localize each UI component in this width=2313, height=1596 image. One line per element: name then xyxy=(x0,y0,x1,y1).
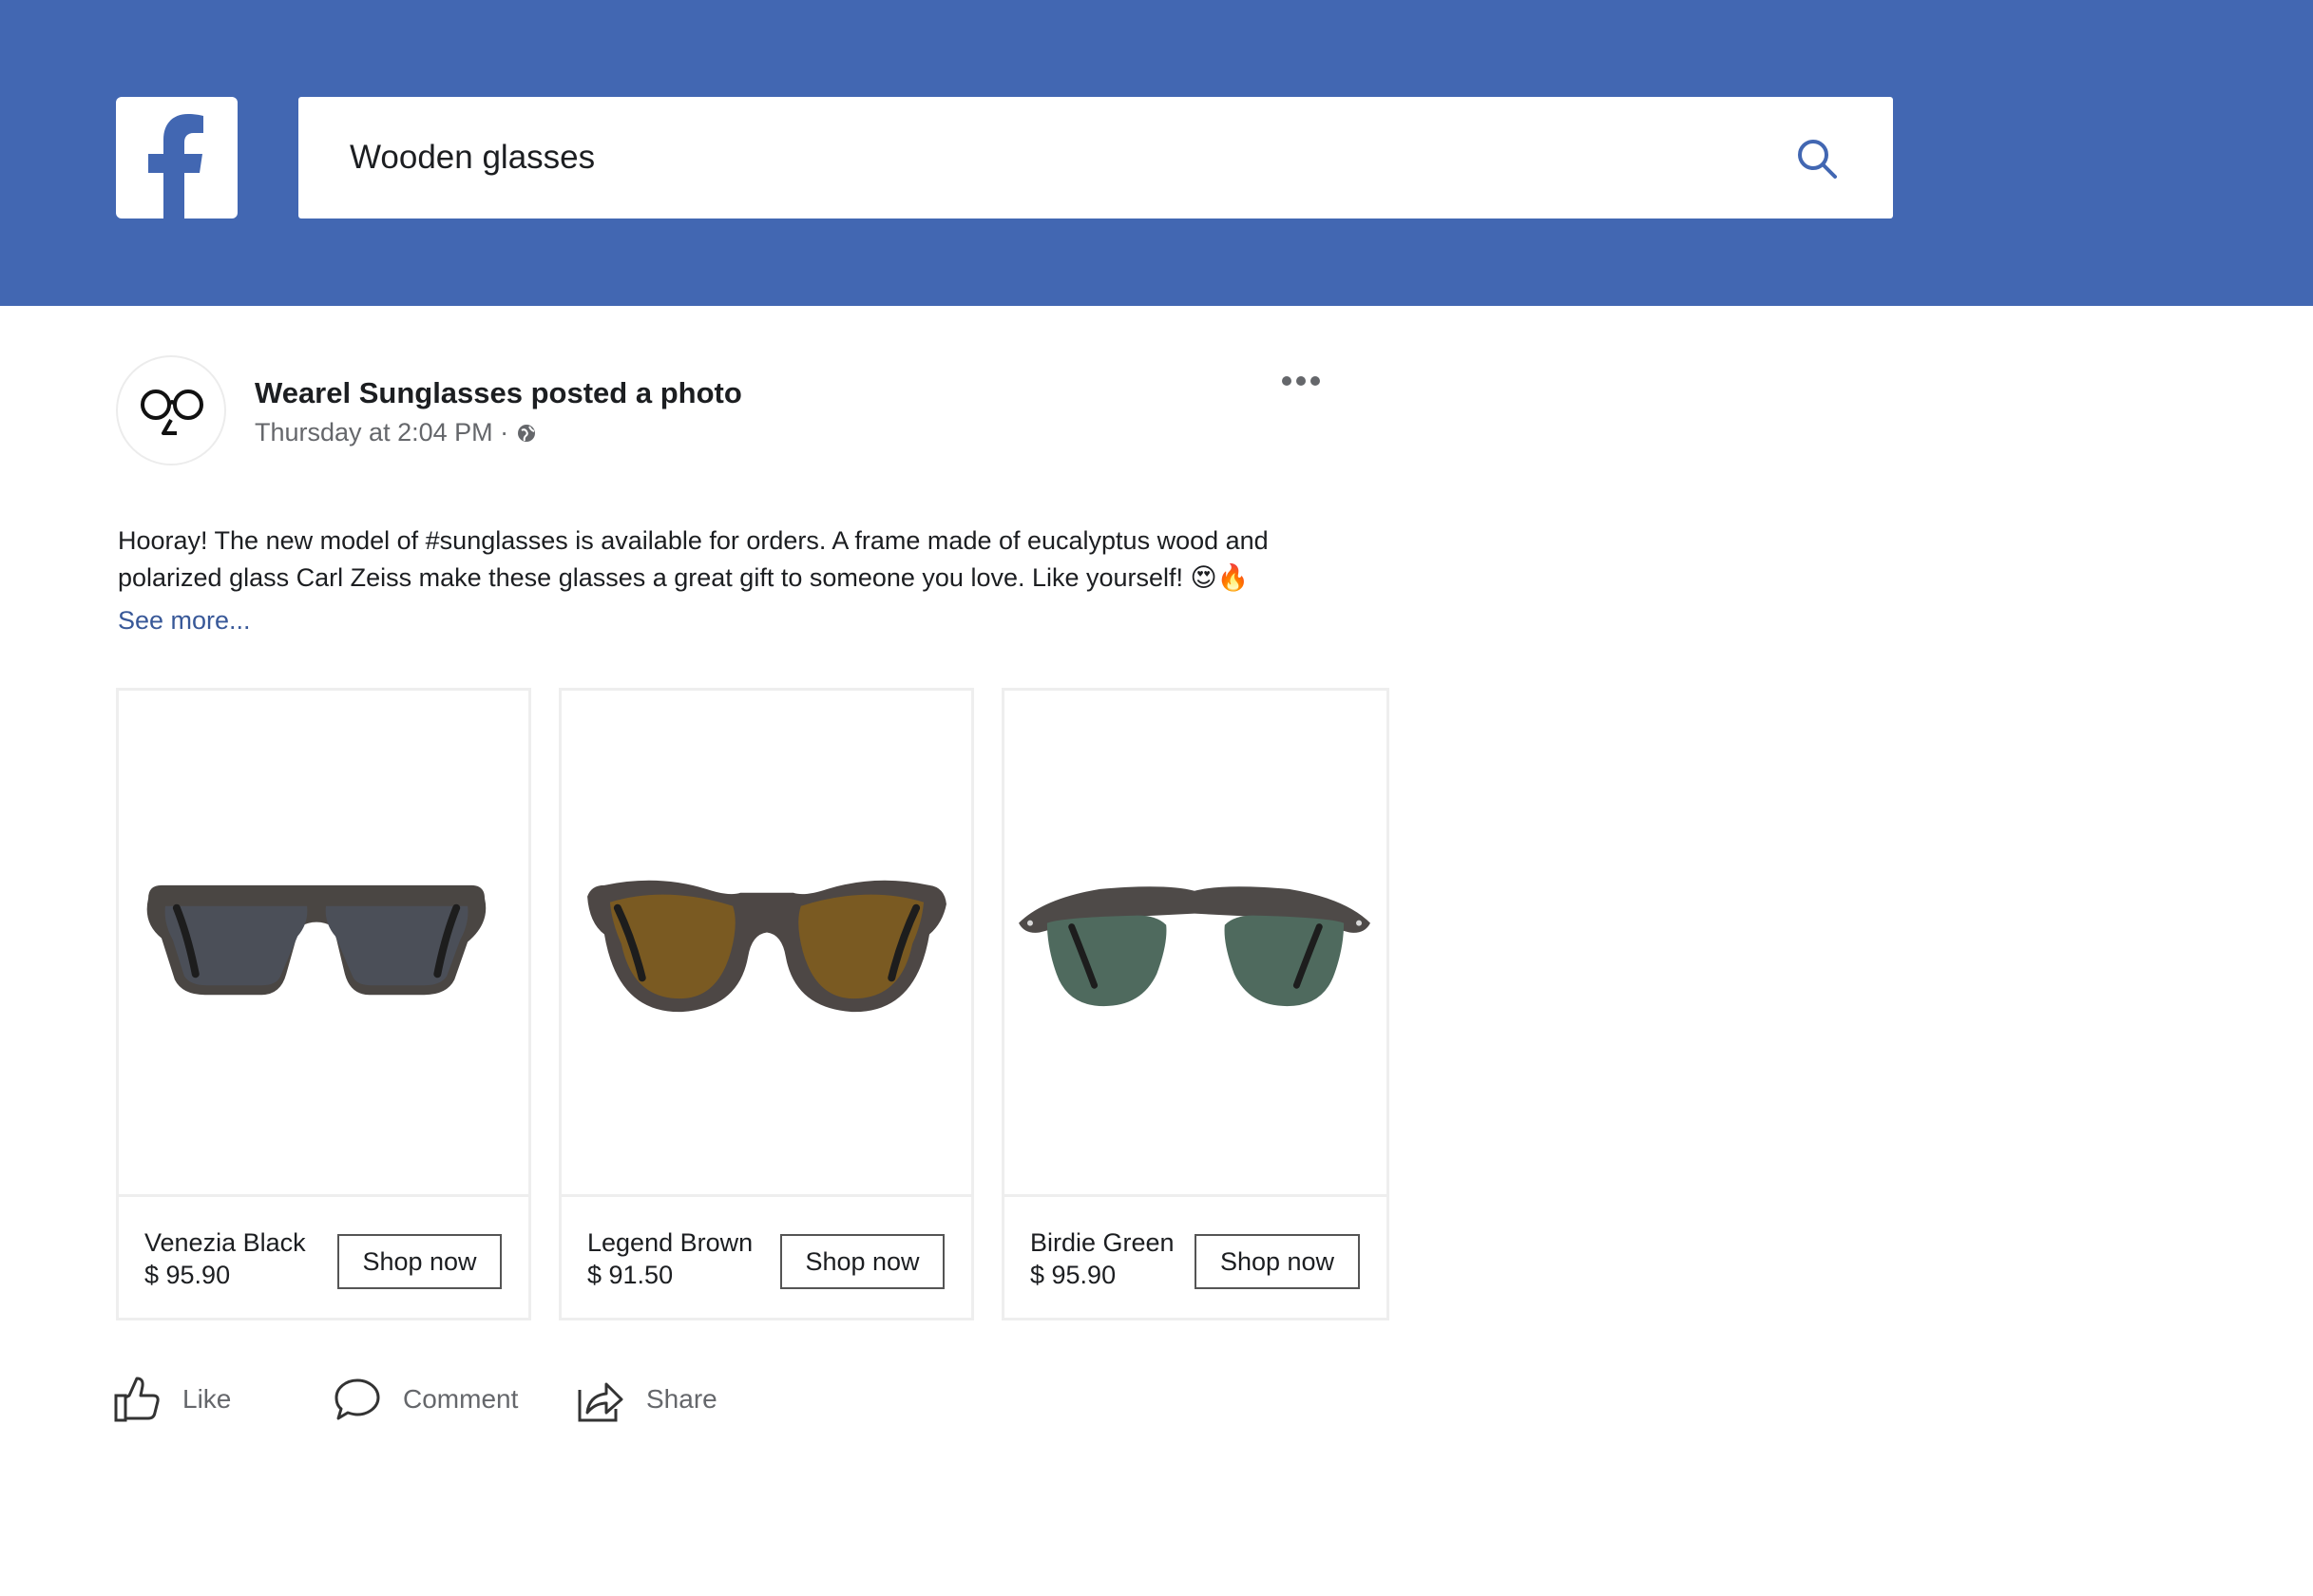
sunglasses-image-icon xyxy=(1019,886,1370,1007)
thumbs-up-icon xyxy=(114,1377,160,1422)
product-image[interactable] xyxy=(562,691,971,1197)
product-price: $ 95.90 xyxy=(144,1261,231,1289)
like-button[interactable]: Like xyxy=(112,1370,231,1429)
share-button[interactable]: Share xyxy=(576,1370,717,1429)
sunglasses-image-icon xyxy=(587,880,946,1013)
search-input[interactable] xyxy=(350,97,1775,218)
product-card[interactable]: Venezia Black $ 95.90 Shop now xyxy=(116,688,531,1320)
shop-now-button[interactable]: Shop now xyxy=(780,1234,945,1289)
more-horizontal-icon[interactable] xyxy=(1279,369,1323,393)
shop-now-button[interactable]: Shop now xyxy=(1195,1234,1360,1289)
search-icon[interactable] xyxy=(1795,137,1839,180)
product-card[interactable]: Birdie Green $ 95.90 Shop now xyxy=(1002,688,1389,1320)
sunglasses-image-icon xyxy=(146,884,487,996)
product-name: Birdie Green xyxy=(1030,1228,1175,1257)
timestamp-text: Thursday at 2:04 PM · xyxy=(255,418,509,446)
product-card[interactable]: Legend Brown $ 91.50 Shop now xyxy=(559,688,974,1320)
post-text: Hooray! The new model of #sunglasses is … xyxy=(118,526,1269,592)
product-name: Legend Brown xyxy=(587,1228,754,1257)
product-price: $ 95.90 xyxy=(1030,1261,1117,1289)
see-more-link[interactable]: See more... xyxy=(118,606,251,636)
post-timestamp[interactable]: Thursday at 2:04 PM · xyxy=(255,418,537,447)
top-bar xyxy=(0,0,2313,306)
facebook-logo-icon[interactable] xyxy=(116,97,238,218)
product-price: $ 91.50 xyxy=(587,1261,674,1289)
post-author-line[interactable]: Wearel Sunglasses posted a photo xyxy=(255,376,742,410)
comment-button[interactable]: Comment xyxy=(333,1370,518,1429)
search-bar xyxy=(298,97,1893,218)
share-label: Share xyxy=(646,1384,717,1414)
globe-icon xyxy=(518,424,536,442)
product-name: Venezia Black xyxy=(144,1228,306,1257)
comment-icon xyxy=(335,1378,380,1420)
comment-label: Comment xyxy=(403,1384,519,1414)
product-image[interactable] xyxy=(119,691,528,1197)
page-avatar[interactable] xyxy=(116,355,226,466)
product-image[interactable] xyxy=(1004,691,1386,1197)
shop-now-button[interactable]: Shop now xyxy=(337,1234,502,1289)
share-icon xyxy=(578,1382,623,1422)
like-label: Like xyxy=(182,1384,232,1414)
sunglasses-logo-icon xyxy=(141,390,203,435)
